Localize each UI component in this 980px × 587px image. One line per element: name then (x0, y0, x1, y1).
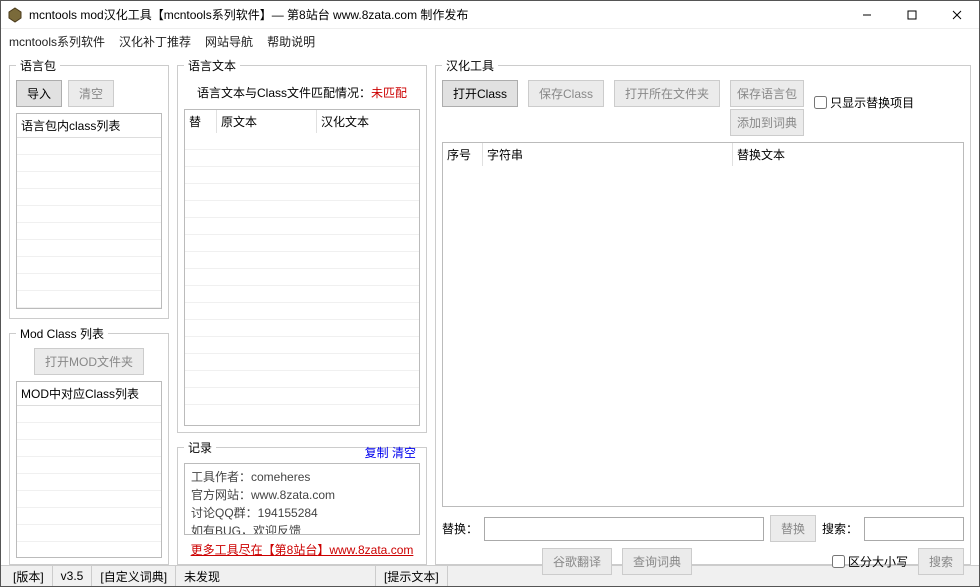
window-title: mcntools mod汉化工具【mcntools系列软件】— 第8站台 www… (29, 6, 844, 23)
langtext-col-flag[interactable]: 替 (185, 110, 217, 133)
log-group: 记录 复制 清空 工具作者：comeheres 官方网站：www.8zata.c… (177, 439, 427, 565)
replace-label: 替换： (442, 520, 478, 537)
tools-grid-body[interactable] (443, 166, 963, 506)
open-folder-button[interactable]: 打开所在文件夹 (614, 80, 720, 107)
clear-langpack-button[interactable]: 清空 (68, 80, 114, 107)
statusbar: [版本] v3.5 [自定义词典] 未发现 [提示文本] (1, 565, 979, 586)
titlebar: mcntools mod汉化工具【mcntools系列软件】— 第8站台 www… (1, 1, 979, 29)
langtext-col-trans[interactable]: 汉化文本 (317, 110, 419, 133)
replace-button[interactable]: 替换 (770, 515, 816, 542)
tools-col-replace[interactable]: 替换文本 (733, 143, 963, 166)
mod-class-group: Mod Class 列表 打开MOD文件夹 MOD中对应Class列表 (9, 325, 169, 565)
menu-item-nav[interactable]: 网站导航 (205, 33, 253, 50)
status-dict-label: [自定义词典] (92, 566, 176, 586)
modclass-list[interactable] (17, 406, 161, 542)
show-replace-only-checkbox[interactable]: 只显示替换项目 (814, 94, 914, 111)
more-tools-link[interactable]: 更多工具尽在【第8站台】www.8zata.com (184, 541, 420, 558)
langpack-list[interactable] (17, 138, 161, 308)
tools-col-index[interactable]: 序号 (443, 143, 483, 166)
status-hint-text (448, 566, 975, 586)
log-clear-link[interactable]: 清空 (392, 446, 416, 460)
status-hint-label: [提示文本] (376, 566, 448, 586)
menubar: mcntools系列软件 汉化补丁推荐 网站导航 帮助说明 (1, 29, 979, 53)
open-class-button[interactable]: 打开Class (442, 80, 518, 107)
match-status-line: 语言文本与Class文件匹配情况：未匹配 (184, 80, 420, 109)
app-icon (7, 7, 23, 23)
open-mod-folder-button[interactable]: 打开MOD文件夹 (34, 348, 144, 375)
minimize-button[interactable] (844, 1, 889, 29)
tools-group: 汉化工具 打开Class 保存Class 打开所在文件夹 保存语言包 添加到词典… (435, 57, 971, 565)
log-copy-link[interactable]: 复制 (365, 446, 389, 460)
langtext-col-orig[interactable]: 原文本 (217, 110, 317, 133)
save-langpack-button[interactable]: 保存语言包 (730, 80, 804, 107)
menu-item-series[interactable]: mcntools系列软件 (9, 33, 105, 50)
maximize-button[interactable] (889, 1, 934, 29)
langtext-grid-body[interactable] (185, 133, 419, 405)
language-pack-group: 语言包 导入 清空 语言包内class列表 (9, 57, 169, 319)
search-input[interactable] (864, 517, 964, 541)
menu-item-patch[interactable]: 汉化补丁推荐 (119, 33, 191, 50)
match-status: 未匹配 (371, 86, 407, 100)
langpack-list-header: 语言包内class列表 (17, 114, 161, 138)
language-pack-legend: 语言包 (16, 57, 60, 74)
import-button[interactable]: 导入 (16, 80, 62, 107)
modclass-list-header: MOD中对应Class列表 (17, 382, 161, 406)
status-version-label: [版本] (5, 566, 53, 586)
save-class-button[interactable]: 保存Class (528, 80, 604, 107)
search-label: 搜索： (822, 520, 858, 537)
replace-input[interactable] (484, 517, 764, 541)
menu-item-help[interactable]: 帮助说明 (267, 33, 315, 50)
language-text-legend: 语言文本 (184, 57, 240, 74)
mod-class-legend: Mod Class 列表 (16, 325, 108, 342)
status-version: v3.5 (53, 566, 93, 586)
language-text-group: 语言文本 语言文本与Class文件匹配情况：未匹配 替 原文本 汉化文本 (177, 57, 427, 433)
tools-legend: 汉化工具 (442, 57, 498, 74)
status-dict-status: 未发现 (176, 566, 376, 586)
add-dict-button[interactable]: 添加到词典 (730, 109, 804, 136)
tools-col-string[interactable]: 字符串 (483, 143, 733, 166)
close-button[interactable] (934, 1, 979, 29)
log-box[interactable]: 工具作者：comeheres 官方网站：www.8zata.com 讨论QQ群：… (184, 463, 420, 535)
